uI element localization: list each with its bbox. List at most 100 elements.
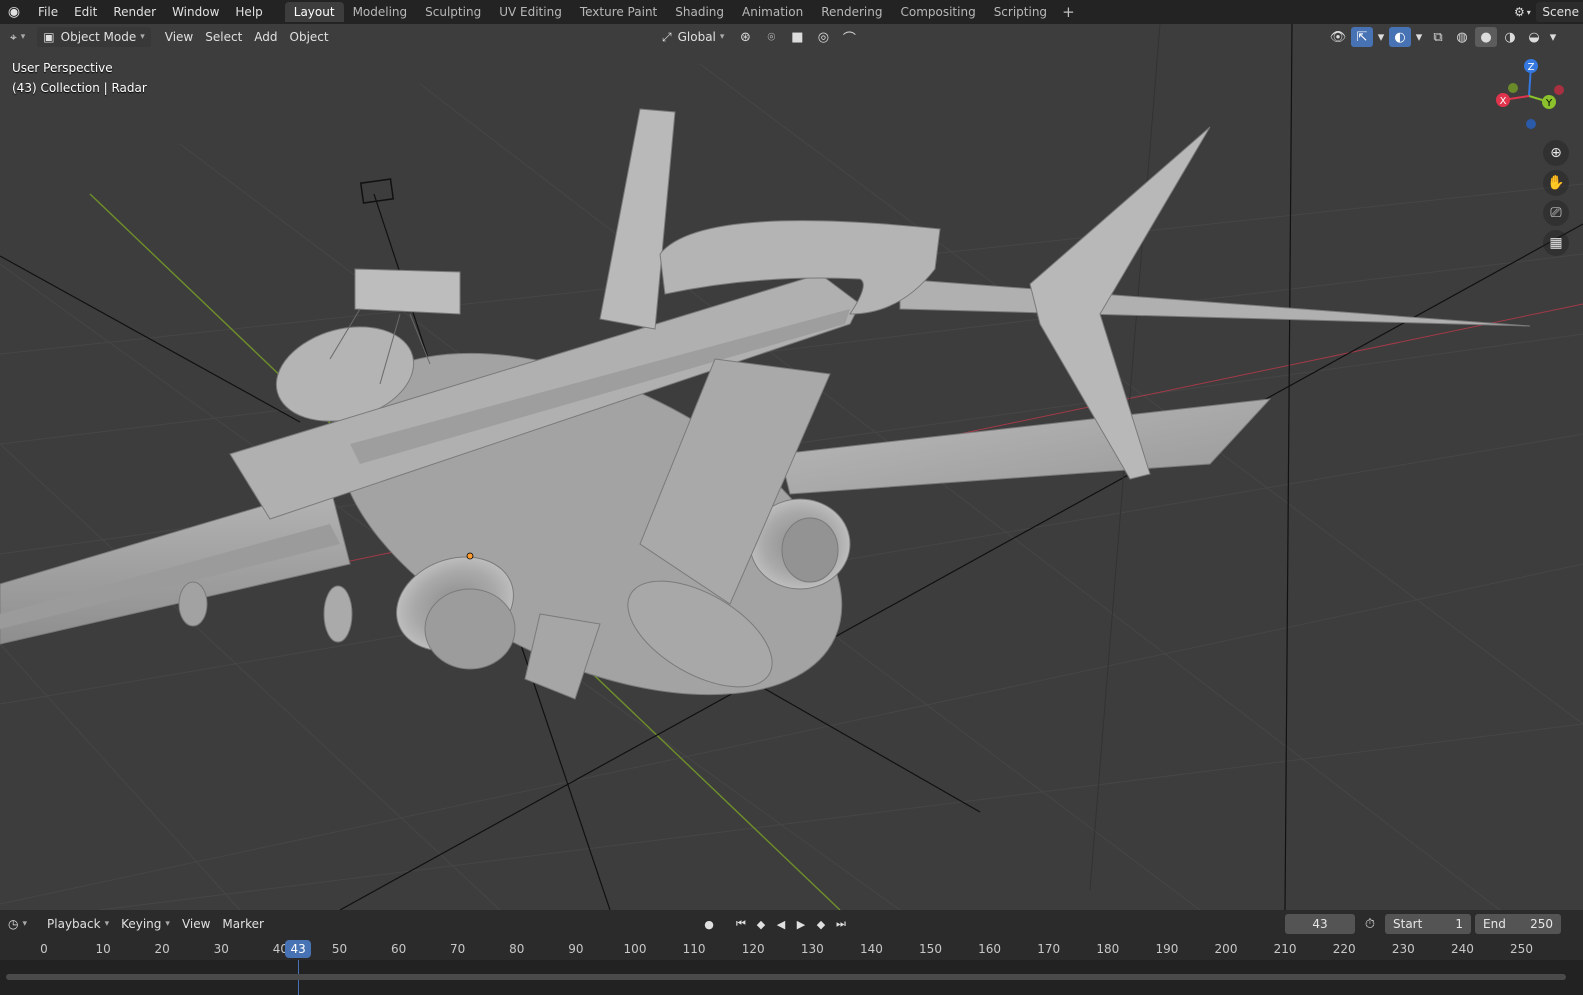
visibility-eye-icon[interactable]: 👁 bbox=[1327, 27, 1349, 47]
tab-animation[interactable]: Animation bbox=[733, 2, 812, 22]
tab-texture-paint[interactable]: Texture Paint bbox=[571, 2, 666, 22]
menu-file[interactable]: File bbox=[30, 0, 66, 24]
menu-edit[interactable]: Edit bbox=[66, 0, 105, 24]
ruler-tick-label: 230 bbox=[1391, 942, 1415, 956]
start-label: Start bbox=[1393, 917, 1423, 931]
ruler-tick-label: 240 bbox=[1450, 942, 1474, 956]
ortho-grid-icon[interactable]: ▦ bbox=[1543, 230, 1569, 256]
current-frame-field[interactable]: 43 bbox=[1285, 914, 1355, 934]
ruler-tick-label: 50 bbox=[331, 942, 348, 956]
start-frame-field[interactable]: Start 1 bbox=[1385, 914, 1471, 934]
timeline-scrollbar[interactable] bbox=[6, 974, 1566, 980]
ruler-tick-label: 30 bbox=[213, 942, 229, 956]
menu-add[interactable]: Add bbox=[248, 27, 283, 47]
snap-target-icon[interactable]: ■ bbox=[786, 27, 808, 47]
tab-compositing[interactable]: Compositing bbox=[891, 2, 984, 22]
menu-object[interactable]: Object bbox=[284, 27, 335, 47]
pivot-point-icon[interactable]: ⊛ bbox=[734, 27, 756, 47]
orientation-icon: ⤢ bbox=[662, 30, 672, 44]
scene-name-field[interactable]: Scene bbox=[1536, 2, 1583, 22]
menu-view[interactable]: View bbox=[159, 27, 199, 47]
menu-select[interactable]: Select bbox=[199, 27, 248, 47]
tab-sculpting[interactable]: Sculpting bbox=[416, 2, 490, 22]
solid-shading-icon[interactable]: ● bbox=[1475, 27, 1497, 47]
menu-window[interactable]: Window bbox=[164, 0, 227, 24]
jump-start-icon[interactable]: ⏮ bbox=[732, 914, 750, 934]
orientation-dropdown[interactable]: ⤢ Global ▾ bbox=[656, 27, 730, 47]
timeline-editor-type-icon[interactable]: ◷ ▾ bbox=[2, 914, 33, 934]
pan-hand-icon[interactable]: ✋ bbox=[1543, 170, 1569, 196]
object-mode-label: Object Mode bbox=[60, 30, 137, 44]
scene-icon[interactable]: ⚙ ▾ bbox=[1508, 2, 1536, 22]
chevron-down-icon: ▾ bbox=[140, 32, 145, 42]
ruler-tick-label: 130 bbox=[800, 942, 824, 956]
jump-end-icon[interactable]: ⏭ bbox=[832, 914, 850, 934]
timeline-track-area[interactable] bbox=[0, 960, 1583, 995]
object-mode-dropdown[interactable]: ▣ Object Mode ▾ bbox=[37, 27, 151, 47]
chevron-down-icon[interactable]: ▾ bbox=[1375, 27, 1387, 47]
current-frame-indicator[interactable]: 43 bbox=[285, 940, 312, 958]
material-shading-icon[interactable]: ◑ bbox=[1499, 27, 1521, 47]
prev-keyframe-icon[interactable]: ◆ bbox=[752, 914, 770, 934]
camera-view-icon[interactable]: ⎚ bbox=[1543, 200, 1569, 226]
ruler-tick-label: 120 bbox=[741, 942, 765, 956]
viewport-info: User Perspective (43) Collection | Radar bbox=[12, 58, 147, 98]
svg-text:Z: Z bbox=[1528, 62, 1535, 73]
tab-uv-editing[interactable]: UV Editing bbox=[490, 2, 571, 22]
record-icon[interactable]: ● bbox=[700, 914, 718, 934]
object-mode-icon: ▣ bbox=[43, 30, 55, 44]
chevron-down-icon: ▾ bbox=[165, 919, 170, 929]
svg-text:Y: Y bbox=[1545, 98, 1553, 109]
end-frame-field[interactable]: End 250 bbox=[1475, 914, 1561, 934]
tab-layout[interactable]: Layout bbox=[284, 2, 344, 22]
tab-modeling[interactable]: Modeling bbox=[344, 2, 417, 22]
editor-type-button[interactable]: ⌖ ▾ bbox=[4, 27, 31, 47]
playback-controls: ● ⏮ ◆ ◀ ▶ ◆ ⏭ bbox=[700, 914, 850, 934]
aircraft-model[interactable] bbox=[0, 108, 1531, 765]
ruler-tick-label: 220 bbox=[1332, 942, 1356, 956]
tab-rendering[interactable]: Rendering bbox=[812, 2, 891, 22]
3d-viewport[interactable]: ⌖ ▾ ▣ Object Mode ▾ View Select Add Objec… bbox=[0, 24, 1583, 910]
xray-toggle-icon[interactable]: ⧉ bbox=[1427, 27, 1449, 47]
play-reverse-icon[interactable]: ◀ bbox=[772, 914, 790, 934]
chevron-down-icon[interactable]: ▾ bbox=[1547, 27, 1559, 47]
menu-marker[interactable]: Marker bbox=[216, 914, 269, 934]
ruler-tick-label: 180 bbox=[1096, 942, 1120, 956]
ruler-tick-label: 100 bbox=[623, 942, 647, 956]
overlay-toggle-icon[interactable]: ◐ bbox=[1389, 27, 1411, 47]
main-menu: File Edit Render Window Help bbox=[30, 0, 271, 24]
gizmo-toggle-icon[interactable]: ⇱ bbox=[1351, 27, 1373, 47]
chevron-down-icon[interactable]: ▾ bbox=[1413, 27, 1425, 47]
menu-keying[interactable]: Keying ▾ bbox=[115, 914, 176, 934]
tab-scripting[interactable]: Scripting bbox=[985, 2, 1056, 22]
add-workspace-button[interactable]: + bbox=[1056, 2, 1081, 22]
ruler-tick-label: 60 bbox=[390, 942, 407, 956]
falloff-icon[interactable]: ⌒ bbox=[838, 27, 860, 47]
snap-icon[interactable]: ⌾ bbox=[760, 27, 782, 47]
end-value: 250 bbox=[1530, 917, 1553, 931]
ruler-tick-label: 150 bbox=[919, 942, 942, 956]
camera-object-icon[interactable] bbox=[359, 178, 395, 204]
next-keyframe-icon[interactable]: ◆ bbox=[812, 914, 830, 934]
tab-shading[interactable]: Shading bbox=[666, 2, 733, 22]
ruler-tick-label: 170 bbox=[1037, 942, 1061, 956]
menu-render[interactable]: Render bbox=[105, 0, 164, 24]
zoom-icon[interactable]: ⊕ bbox=[1543, 140, 1569, 166]
menu-playback[interactable]: Playback ▾ bbox=[41, 914, 115, 934]
menu-timeline-view[interactable]: View bbox=[176, 914, 216, 934]
blender-logo-icon[interactable]: ◉ bbox=[4, 2, 24, 22]
transform-controls: ⤢ Global ▾ ⊛ ⌾ ■ ◎ ⌒ bbox=[656, 27, 860, 47]
frame-ruler[interactable]: 0 10 20 30 40 50 60 70 80 90 100 110 120 130 140 150 160… bbox=[0, 938, 1583, 960]
ruler-tick-label: 210 bbox=[1273, 942, 1297, 956]
svg-text:X: X bbox=[1500, 96, 1507, 107]
wireframe-shading-icon[interactable]: ◍ bbox=[1451, 27, 1473, 47]
navigation-gizmo[interactable]: Z Y X bbox=[1489, 54, 1569, 134]
play-icon[interactable]: ▶ bbox=[792, 914, 810, 934]
stopwatch-icon[interactable]: ⏱ bbox=[1359, 914, 1381, 934]
scene-selector: ⚙ ▾ Scene bbox=[1508, 0, 1583, 24]
ruler-tick-label: 190 bbox=[1155, 942, 1179, 956]
proportional-edit-icon[interactable]: ◎ bbox=[812, 27, 834, 47]
rendered-shading-icon[interactable]: ◒ bbox=[1523, 27, 1545, 47]
ruler-tick-label: 20 bbox=[154, 942, 170, 956]
menu-help[interactable]: Help bbox=[227, 0, 270, 24]
